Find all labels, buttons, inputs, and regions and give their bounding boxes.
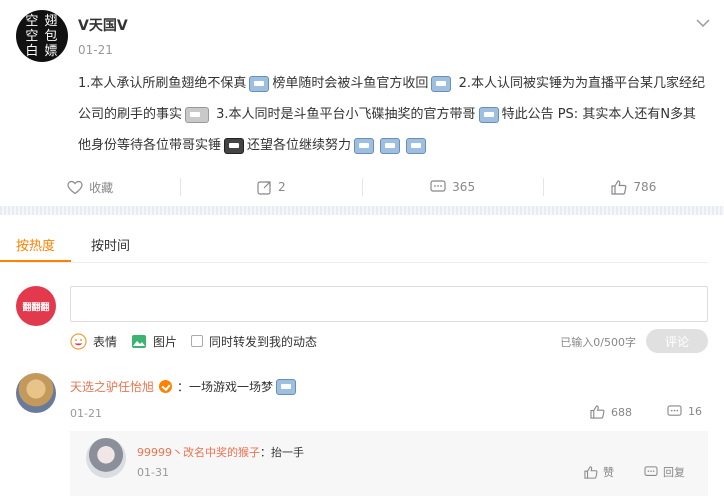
collect-label: 收藏 bbox=[89, 180, 114, 195]
composer-tools: 表情 图片 同时转发到我的动态 bbox=[70, 331, 331, 351]
reply-reply-button[interactable]: 回复 bbox=[644, 464, 685, 480]
repost-button[interactable]: 2 bbox=[181, 170, 361, 204]
verified-badge-icon bbox=[159, 380, 173, 393]
divider bbox=[16, 262, 708, 263]
comment-icon bbox=[644, 466, 658, 476]
post-date[interactable]: 01-21 bbox=[78, 43, 113, 57]
commenter-avatar[interactable] bbox=[16, 373, 56, 413]
emoji-button[interactable]: 表情 bbox=[70, 332, 118, 350]
comment-icon bbox=[430, 180, 446, 192]
tab-hot[interactable]: 按热度 bbox=[0, 230, 72, 262]
replier-name[interactable]: 99999丶改名中奖的猴子 bbox=[137, 446, 260, 459]
emoji-icon bbox=[406, 137, 427, 154]
more-icon[interactable] bbox=[696, 18, 710, 28]
commenter-name[interactable]: 天选之驴任怡旭 bbox=[70, 378, 154, 395]
char-counter: 已输入0/500字 bbox=[560, 336, 636, 349]
comment-input[interactable] bbox=[70, 286, 708, 322]
content-text: 1.本人承认所刷鱼翅绝不保真 bbox=[78, 76, 247, 91]
star-icon bbox=[67, 180, 83, 194]
image-icon bbox=[132, 334, 147, 348]
author-avatar[interactable]: 空 翅 空 包 白 嫖 bbox=[16, 10, 68, 62]
emoji-icon bbox=[185, 106, 210, 123]
repost-count: 2 bbox=[278, 180, 286, 194]
repost-icon bbox=[257, 180, 271, 195]
comment-count: 365 bbox=[452, 180, 476, 194]
reply-like-label: 赞 bbox=[603, 466, 614, 479]
image-label: 图片 bbox=[153, 334, 178, 349]
content-text: 还望各位继续努力 bbox=[247, 138, 352, 153]
post-content: 1.本人承认所刷鱼翅绝不保真 榜单随时会被斗鱼官方收回 2.本人认同被实锤为为直播… bbox=[78, 68, 708, 161]
emoji-icon bbox=[478, 106, 499, 123]
comment-line: 天选之驴任怡旭 ：一场游戏一场梦 bbox=[70, 378, 299, 395]
content-text: 特此公告 bbox=[501, 107, 554, 122]
emoji-icon bbox=[224, 137, 245, 154]
emoji-icon bbox=[431, 75, 452, 92]
reply-date: 01-31 bbox=[137, 466, 169, 479]
comment-date: 01-21 bbox=[70, 407, 102, 420]
reply-reply-label: 回复 bbox=[663, 466, 685, 479]
comment-reply-count: 16 bbox=[688, 405, 702, 418]
image-button[interactable]: 图片 bbox=[131, 333, 177, 350]
collect-button[interactable]: 收藏 bbox=[0, 170, 180, 204]
weibo-post: 空 翅 空 包 白 嫖 V天国V 01-21 1.本人承认所刷鱼翅绝不保真 榜单随… bbox=[0, 0, 724, 207]
tab-time[interactable]: 按时间 bbox=[91, 230, 130, 262]
emoji-icon bbox=[380, 137, 401, 154]
section-divider bbox=[0, 206, 724, 215]
reply-line: 99999丶改名中奖的猴子：抬一手 bbox=[137, 444, 304, 460]
my-avatar[interactable]: 翻翻翻 bbox=[16, 286, 56, 326]
repost-checkbox[interactable]: 同时转发到我的动态 bbox=[191, 333, 317, 350]
content-text: 3.本人同时是斗鱼平台小飞碟抽奖的官方带哥 bbox=[216, 107, 476, 122]
comment-button[interactable]: 365 bbox=[363, 170, 543, 204]
comment-sort-tabs: 按热度 按时间 bbox=[0, 230, 166, 262]
emoji-icon bbox=[276, 378, 297, 395]
avatar-text-line: 空 翅 bbox=[25, 13, 59, 29]
post-actions: 收藏 2 365 786 bbox=[0, 170, 724, 204]
comment-text: ：一场游戏一场梦 bbox=[177, 380, 274, 394]
submit-comment-button[interactable]: 评论 bbox=[646, 329, 708, 353]
avatar-text-line: 白 嫖 bbox=[25, 43, 59, 59]
checkbox[interactable] bbox=[191, 335, 204, 347]
reply-text: ：抬一手 bbox=[260, 446, 304, 459]
repost-checkbox-label: 同时转发到我的动态 bbox=[209, 334, 318, 349]
emoji-icon bbox=[70, 332, 87, 350]
like-button[interactable]: 786 bbox=[544, 170, 724, 204]
comment-icon bbox=[667, 405, 682, 416]
like-icon bbox=[584, 465, 598, 479]
comment-reply-button[interactable]: 16 bbox=[667, 405, 702, 418]
replier-avatar[interactable] bbox=[86, 438, 126, 478]
like-icon bbox=[611, 179, 627, 195]
emoji-icon bbox=[354, 137, 375, 154]
author-name[interactable]: V天国V bbox=[78, 15, 128, 35]
avatar-text-line: 空 包 bbox=[25, 28, 59, 44]
like-icon bbox=[590, 405, 605, 419]
emoji-label: 表情 bbox=[93, 334, 118, 349]
comment-like-button[interactable]: 688 bbox=[590, 405, 632, 419]
content-text: 榜单随时会被斗鱼官方收回 bbox=[272, 76, 429, 91]
reply-like-button[interactable]: 赞 bbox=[584, 464, 614, 480]
like-count: 786 bbox=[633, 180, 657, 194]
reply-thread: 99999丶改名中奖的猴子：抬一手 01-31 赞 回复 bbox=[70, 431, 708, 496]
comment-like-count: 688 bbox=[611, 405, 632, 419]
emoji-icon bbox=[249, 75, 270, 92]
